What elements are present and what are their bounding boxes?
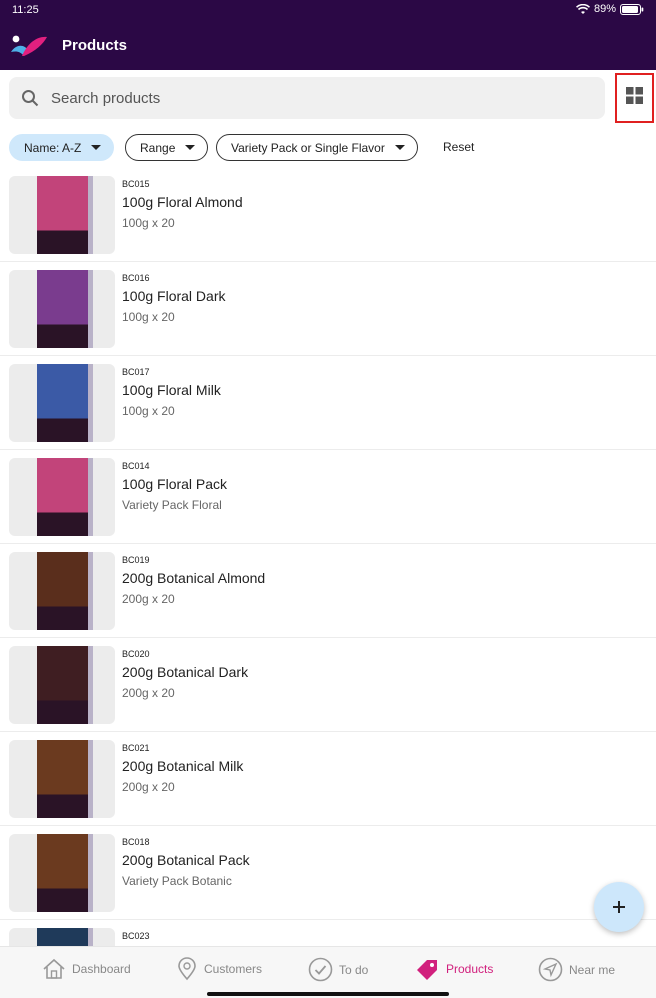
sort-filter-label: Name: A-Z	[24, 140, 82, 155]
chevron-down-icon	[91, 145, 102, 150]
status-time: 11:25	[12, 4, 39, 16]
product-code: BC018	[122, 837, 150, 847]
navigation-arrow-icon	[538, 957, 563, 982]
grid-view-toggle-button[interactable]	[615, 73, 654, 123]
product-pack-size: 200g x 20	[122, 780, 175, 794]
product-thumbnail	[9, 834, 115, 912]
home-icon	[42, 957, 66, 981]
product-image	[37, 364, 93, 442]
nav-item-dashboard[interactable]: Dashboard	[42, 957, 131, 981]
product-image	[37, 646, 93, 724]
product-thumbnail	[9, 270, 115, 348]
product-pack-size: 100g x 20	[122, 404, 175, 418]
product-code: BC014	[122, 461, 150, 471]
list-item[interactable]: BC015 100g Floral Almond 100g x 20	[0, 168, 656, 262]
product-name: 200g Botanical Almond	[122, 570, 266, 586]
product-thumbnail	[9, 928, 115, 946]
app-bar: 11:25 89% Products	[0, 0, 656, 70]
plus-icon	[612, 894, 626, 920]
grid-view-icon	[626, 87, 643, 109]
product-thumbnail	[9, 176, 115, 254]
reset-filters-button[interactable]: Reset	[443, 140, 474, 154]
product-name: 100g Floral Almond	[122, 194, 243, 210]
product-name: 100g Floral Milk	[122, 382, 221, 398]
nav-item-customers[interactable]: Customers	[176, 957, 262, 981]
bottom-nav: Dashboard Customers To do Products Near …	[0, 946, 656, 998]
nav-item-todo[interactable]: To do	[308, 957, 368, 982]
product-image	[37, 552, 93, 630]
status-bar: 11:25 89%	[0, 0, 656, 20]
price-tag-icon	[414, 957, 440, 981]
home-indicator[interactable]	[207, 992, 449, 996]
product-pack-size: Variety Pack Floral	[122, 498, 222, 512]
product-thumbnail	[9, 364, 115, 442]
product-code: BC021	[122, 743, 150, 753]
product-name: 200g Botanical Pack	[122, 852, 250, 868]
product-name: 200g Botanical Milk	[122, 758, 244, 774]
battery-percent: 89%	[593, 3, 616, 15]
product-code: BC019	[122, 555, 150, 565]
nav-label-near-me: Near me	[569, 962, 616, 977]
nav-label-dashboard: Dashboard	[72, 962, 131, 976]
nav-item-near-me[interactable]: Near me	[538, 957, 615, 982]
list-item[interactable]: BC014 100g Floral Pack Variety Pack Flor…	[0, 450, 656, 544]
variety-filter-chip[interactable]: Variety Pack or Single Flavor	[216, 134, 418, 161]
product-code: BC015	[122, 179, 150, 189]
product-list: BC015 100g Floral Almond 100g x 20 BC016…	[0, 168, 656, 946]
product-image	[37, 740, 93, 818]
product-image	[37, 458, 93, 536]
chevron-down-icon	[185, 145, 196, 150]
range-filter-chip[interactable]: Range	[125, 134, 209, 161]
list-item[interactable]: BC021 200g Botanical Milk 200g x 20	[0, 732, 656, 826]
check-circle-icon	[308, 957, 333, 982]
add-product-button[interactable]	[594, 882, 644, 932]
wifi-icon	[575, 3, 590, 15]
nav-label-customers: Customers	[204, 962, 263, 976]
product-image	[37, 928, 93, 946]
page-title: Products	[62, 37, 128, 54]
chevron-down-icon	[394, 145, 405, 150]
product-pack-size: 200g x 20	[122, 686, 175, 700]
product-code: BC016	[122, 273, 150, 283]
product-thumbnail	[9, 740, 115, 818]
range-filter-label: Range	[140, 140, 176, 155]
list-item[interactable]: BC018 200g Botanical Pack Variety Pack B…	[0, 826, 656, 920]
product-image	[37, 270, 93, 348]
location-pin-icon	[176, 957, 198, 981]
nav-label-products: Products	[446, 962, 494, 976]
product-pack-size: Variety Pack Botanic	[122, 874, 232, 888]
product-image	[37, 176, 93, 254]
app-logo	[10, 32, 48, 58]
product-code: BC017	[122, 367, 150, 377]
status-right: 89%	[575, 3, 644, 15]
search-bar[interactable]	[9, 77, 605, 119]
list-item[interactable]: BC019 200g Botanical Almond 200g x 20	[0, 544, 656, 638]
product-name: 200g Botanical Dark	[122, 664, 249, 680]
list-item[interactable]: BC023	[0, 920, 656, 946]
nav-label-todo: To do	[339, 962, 369, 977]
list-item[interactable]: BC020 200g Botanical Dark 200g x 20	[0, 638, 656, 732]
product-name: 100g Floral Dark	[122, 288, 226, 304]
product-pack-size: 200g x 20	[122, 592, 175, 606]
product-pack-size: 100g x 20	[122, 310, 175, 324]
product-thumbnail	[9, 458, 115, 536]
product-thumbnail	[9, 646, 115, 724]
product-image	[37, 834, 93, 912]
product-name: 100g Floral Pack	[122, 476, 228, 492]
product-code: BC020	[122, 649, 150, 659]
product-thumbnail	[9, 552, 115, 630]
list-item[interactable]: BC016 100g Floral Dark 100g x 20	[0, 262, 656, 356]
search-input[interactable]	[51, 89, 551, 107]
battery-icon	[620, 3, 644, 15]
search-icon	[21, 89, 39, 107]
product-code: BC023	[122, 931, 150, 941]
list-item[interactable]: BC017 100g Floral Milk 100g x 20	[0, 356, 656, 450]
nav-item-products[interactable]: Products	[414, 957, 493, 981]
variety-filter-label: Variety Pack or Single Flavor	[231, 140, 385, 155]
product-pack-size: 100g x 20	[122, 216, 175, 230]
sort-filter-chip[interactable]: Name: A-Z	[9, 134, 115, 161]
